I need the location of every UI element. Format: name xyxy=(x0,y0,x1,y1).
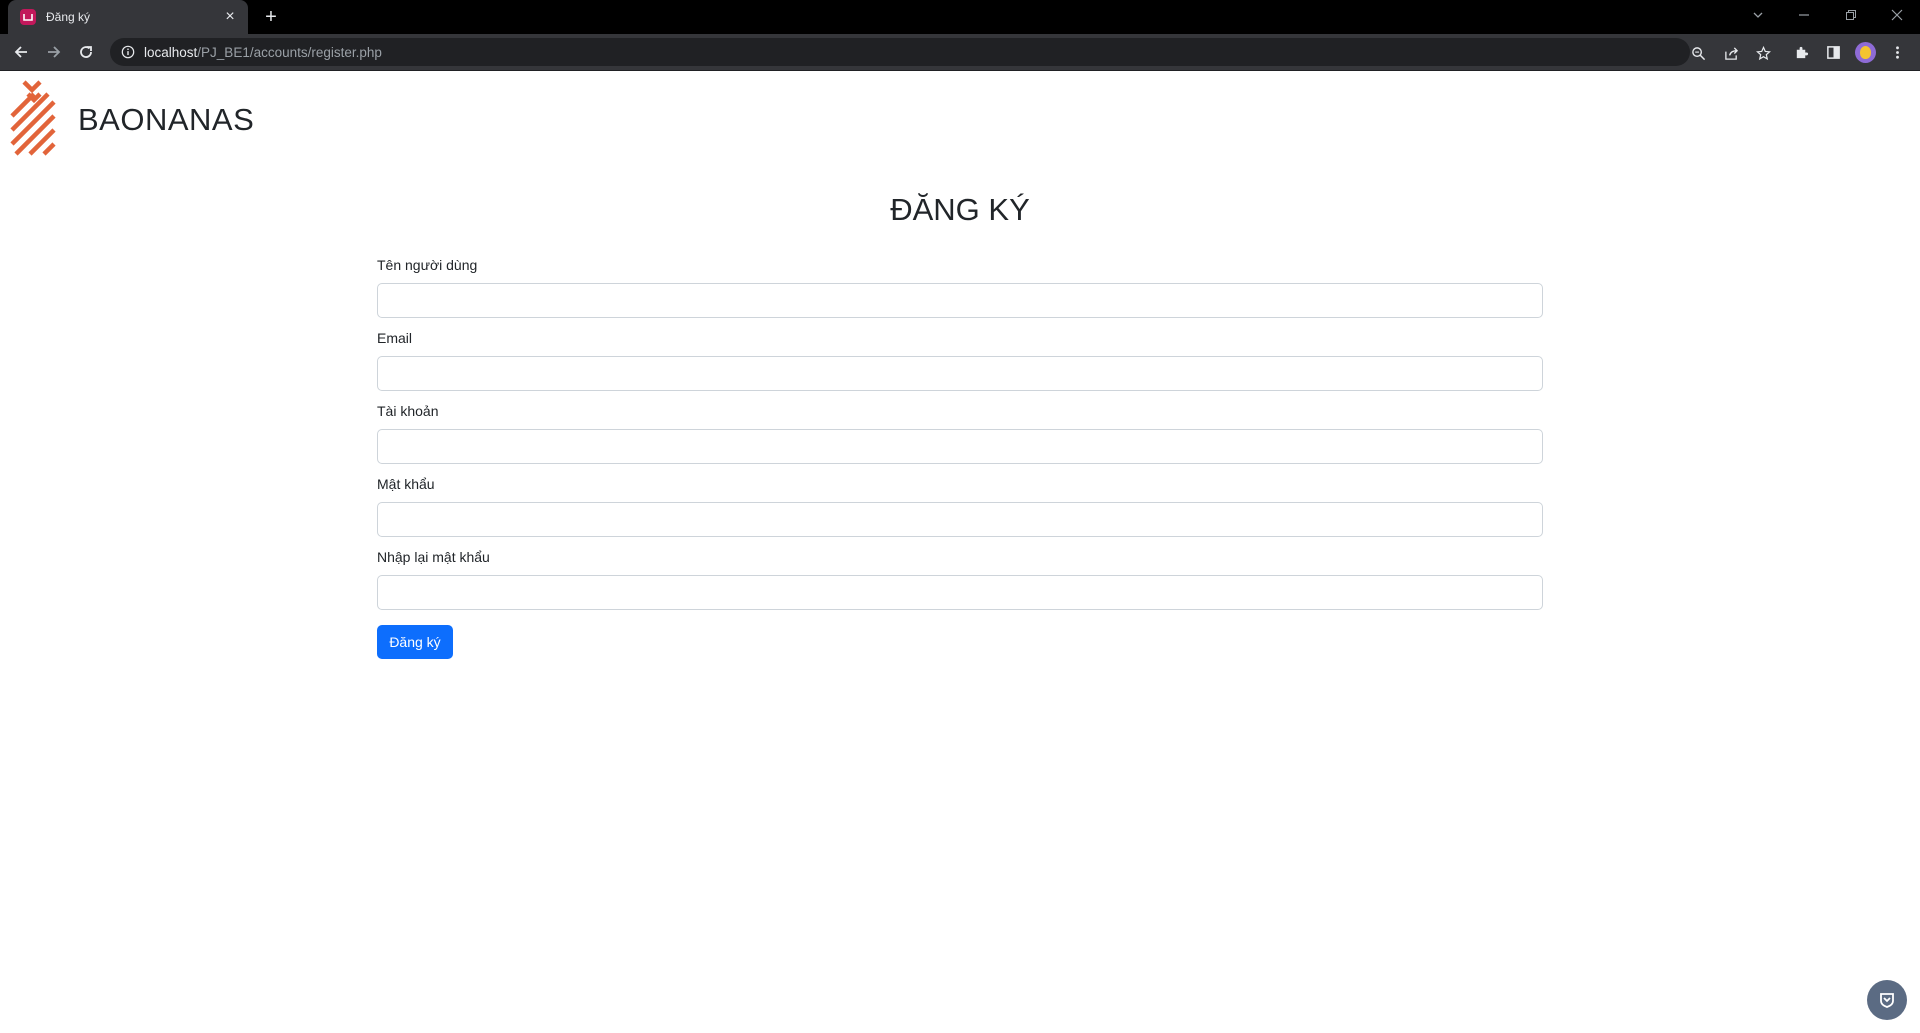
site-info-icon[interactable] xyxy=(120,44,136,60)
bookmark-star-icon[interactable] xyxy=(1754,44,1772,62)
tab-close-icon[interactable]: × xyxy=(222,9,238,25)
page-title: ĐĂNG KÝ xyxy=(890,192,1030,227)
email-label: Email xyxy=(377,330,413,346)
url-text: localhost/PJ_BE1/accounts/register.php xyxy=(144,45,382,60)
zoom-icon[interactable] xyxy=(1689,44,1707,62)
field-confirm-password: Nhập lại mật khẩu xyxy=(377,549,1543,610)
password-label: Mật khẩu xyxy=(377,476,435,492)
restore-icon[interactable] xyxy=(1834,0,1868,30)
brand-logo-icon xyxy=(10,80,56,156)
field-password: Mật khẩu xyxy=(377,476,1543,537)
favicon-icon xyxy=(20,9,36,25)
account-label: Tài khoản xyxy=(377,403,439,419)
new-tab-button[interactable]: + xyxy=(260,6,282,28)
shield-icon xyxy=(1880,993,1894,1008)
confirm-password-input[interactable] xyxy=(377,575,1543,610)
tab-search-icon[interactable] xyxy=(1741,0,1775,30)
register-form: Tên người dùng Email Tài khoản Mật khẩu … xyxy=(377,257,1543,659)
browser-toolbar: localhost/PJ_BE1/accounts/register.php xyxy=(0,34,1920,71)
brand-name: BAONANAS xyxy=(78,102,255,137)
minimize-icon[interactable] xyxy=(1787,0,1821,30)
account-input[interactable] xyxy=(377,429,1543,464)
share-icon[interactable] xyxy=(1722,44,1740,62)
back-arrow-icon[interactable] xyxy=(10,41,32,63)
email-input[interactable] xyxy=(377,356,1543,391)
page-content: BAONANAS ĐĂNG KÝ Tên người dùng Email Tà… xyxy=(0,72,1920,1033)
browser-tab-bar: Đăng ký × + xyxy=(0,0,1920,34)
username-label: Tên người dùng xyxy=(377,257,478,273)
tab-title: Đăng ký xyxy=(46,10,91,24)
extensions-puzzle-icon[interactable] xyxy=(1791,42,1811,62)
register-button[interactable]: Đăng ký xyxy=(377,625,453,659)
profile-avatar-image xyxy=(1860,46,1871,59)
floating-widget-button[interactable] xyxy=(1867,980,1907,1020)
browser-tab[interactable]: Đăng ký × xyxy=(8,0,248,34)
username-input[interactable] xyxy=(377,283,1543,318)
close-window-icon[interactable] xyxy=(1880,0,1914,30)
side-panel-icon[interactable] xyxy=(1823,42,1843,62)
confirm-password-label: Nhập lại mật khẩu xyxy=(377,549,490,565)
more-menu-icon[interactable] xyxy=(1887,42,1907,62)
url-host: localhost xyxy=(144,44,198,60)
address-bar[interactable]: localhost/PJ_BE1/accounts/register.php xyxy=(110,38,1771,66)
forward-arrow-icon[interactable] xyxy=(43,41,65,63)
field-account: Tài khoản xyxy=(377,403,1543,464)
field-username: Tên người dùng xyxy=(377,257,1543,318)
field-email: Email xyxy=(377,330,1543,391)
url-path: /PJ_BE1/accounts/register.php xyxy=(197,44,382,60)
brand[interactable]: BAONANAS xyxy=(10,80,254,160)
profile-avatar[interactable] xyxy=(1855,42,1876,63)
reload-icon[interactable] xyxy=(75,41,97,63)
password-input[interactable] xyxy=(377,502,1543,537)
